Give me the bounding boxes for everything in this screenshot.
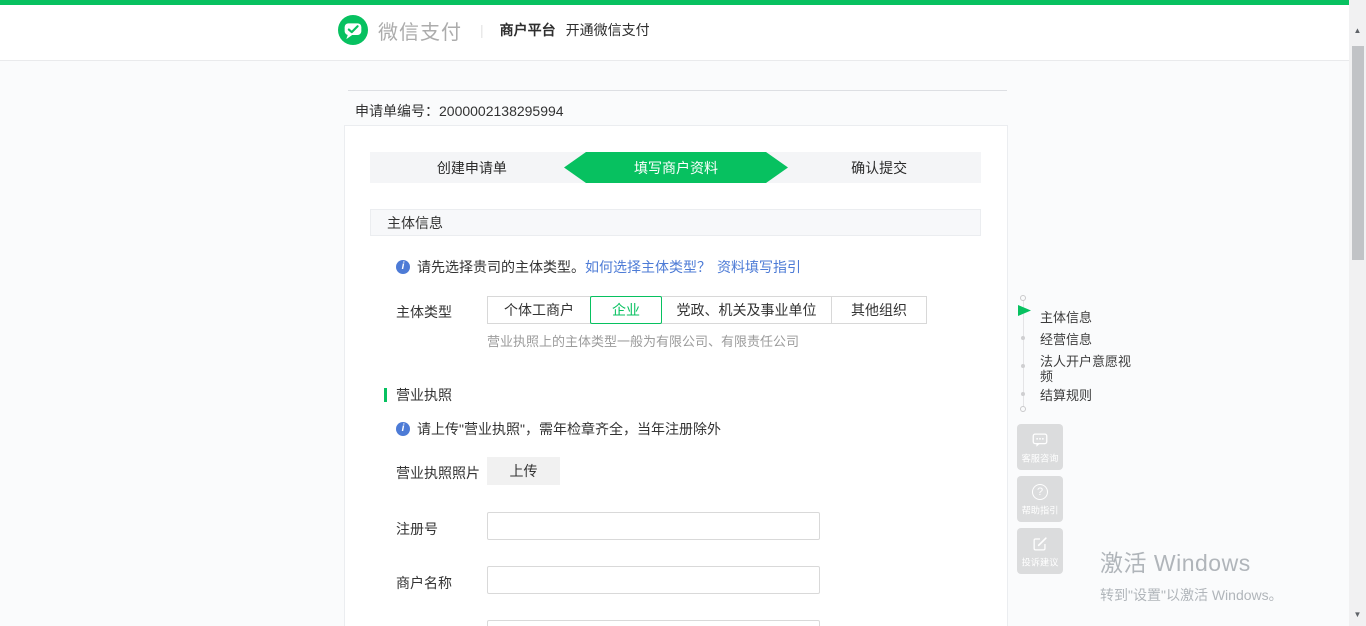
license-photo-label: 营业执照照片 — [396, 463, 480, 483]
anchor-nav-dot — [1021, 392, 1025, 396]
help-guide-label: 帮助指引 — [1019, 503, 1061, 517]
filling-guide-link[interactable]: 资料填写指引 — [717, 257, 801, 277]
application-number-label: 申请单编号： — [355, 103, 439, 119]
feedback-label: 投诉建议 — [1019, 555, 1061, 569]
application-top-divider — [348, 90, 1007, 91]
step-progress: 创建申请单 确认提交 填写商户资料 — [370, 152, 981, 183]
subject-type-options: 个体工商户 企业 党政、机关及事业单位 其他组织 — [487, 296, 927, 324]
page-title: 开通微信支付 — [566, 20, 650, 40]
screen: 微信支付 | 商户平台 开通微信支付 申请单编号：200000213829599… — [0, 0, 1366, 626]
next-field-input-partial[interactable] — [487, 620, 820, 626]
option-enterprise-selected[interactable]: 企业 — [590, 296, 662, 324]
form-card: 创建申请单 确认提交 填写商户资料 主体信息 i 请先选择贵司的主体类型。 如何… — [344, 125, 1008, 626]
anchor-nav-dot — [1021, 364, 1025, 368]
info-icon: i — [396, 422, 410, 436]
step-create-application: 创建申请单 — [370, 152, 574, 183]
subject-type-hint: 营业执照上的主体类型一般为有限公司、有限责任公司 — [487, 331, 799, 350]
header-divider: | — [480, 22, 484, 38]
wechat-pay-logo-icon — [338, 15, 368, 45]
anchor-nav-dot — [1021, 336, 1025, 340]
anchor-nav-start-circle — [1020, 295, 1026, 301]
anchor-nav-current-marker-icon — [1018, 305, 1031, 316]
brand-title: 微信支付 — [378, 16, 462, 45]
application-number-value: 2000002138295994 — [439, 103, 564, 119]
anchor-nav-end-circle — [1020, 406, 1026, 412]
option-other-organization[interactable]: 其他组织 — [831, 296, 927, 324]
merchant-name-input[interactable] — [487, 566, 820, 594]
option-government-institution[interactable]: 党政、机关及事业单位 — [661, 296, 832, 324]
windows-activation-watermark: 激活 Windows 转到"设置"以激活 Windows。 — [1100, 544, 1283, 605]
feedback-button[interactable]: 投诉建议 — [1017, 528, 1063, 574]
scrollbar-thumb[interactable] — [1352, 46, 1364, 260]
registration-number-input[interactable] — [487, 512, 820, 540]
anchor-item-business-info[interactable]: 经营信息 — [1040, 332, 1132, 347]
license-notice-text: 请上传"营业执照"，需年检章齐全，当年注册除外 — [417, 419, 721, 439]
anchor-item-settlement-rules[interactable]: 结算规则 — [1040, 388, 1132, 403]
info-icon: i — [396, 260, 410, 274]
upload-button[interactable]: 上传 — [487, 457, 560, 485]
scrollbar[interactable]: ▲ ▼ — [1349, 0, 1366, 626]
business-license-title-text: 营业执照 — [396, 385, 452, 405]
business-license-notice: i 请上传"营业执照"，需年检章齐全，当年注册除外 — [396, 419, 721, 439]
watermark-line2: 转到"设置"以激活 Windows。 — [1100, 585, 1283, 605]
edit-icon — [1031, 535, 1049, 553]
merchant-name-label: 商户名称 — [396, 573, 452, 593]
scrollbar-down-arrow-icon[interactable]: ▼ — [1349, 608, 1366, 622]
how-to-choose-type-link[interactable]: 如何选择主体类型？ — [585, 257, 711, 277]
customer-service-label: 客服咨询 — [1019, 451, 1061, 465]
chat-bubble-icon — [1031, 431, 1049, 449]
merchant-platform-link[interactable]: 商户平台 — [500, 20, 556, 40]
green-tick-bar — [384, 388, 387, 402]
subject-notice-text: 请先选择贵司的主体类型。 — [417, 257, 585, 277]
subject-type-label: 主体类型 — [396, 302, 452, 322]
option-individual-business[interactable]: 个体工商户 — [487, 296, 591, 324]
customer-service-button[interactable]: 客服咨询 — [1017, 424, 1063, 470]
anchor-item-legal-person-video[interactable]: 法人开户意愿视频 — [1040, 354, 1132, 384]
step-confirm-submit: 确认提交 — [777, 152, 981, 183]
application-number: 申请单编号：2000002138295994 — [355, 101, 564, 121]
watermark-line1: 激活 Windows — [1100, 544, 1283, 578]
section-header-subject-info: 主体信息 — [370, 209, 981, 236]
top-progress-bar — [0, 0, 1349, 5]
help-guide-button[interactable]: ? 帮助指引 — [1017, 476, 1063, 522]
question-icon: ? — [1032, 484, 1048, 500]
business-license-title: 营业执照 — [384, 385, 452, 405]
registration-number-label: 注册号 — [396, 519, 438, 539]
header: 微信支付 | 商户平台 开通微信支付 — [0, 0, 1366, 61]
subject-type-notice: i 请先选择贵司的主体类型。 如何选择主体类型？ 资料填写指引 — [396, 257, 801, 277]
step-fill-merchant-info-active: 填写商户资料 — [564, 152, 788, 183]
anchor-item-subject-info[interactable]: 主体信息 — [1040, 310, 1132, 325]
scrollbar-up-arrow-icon[interactable]: ▲ — [1349, 24, 1366, 38]
